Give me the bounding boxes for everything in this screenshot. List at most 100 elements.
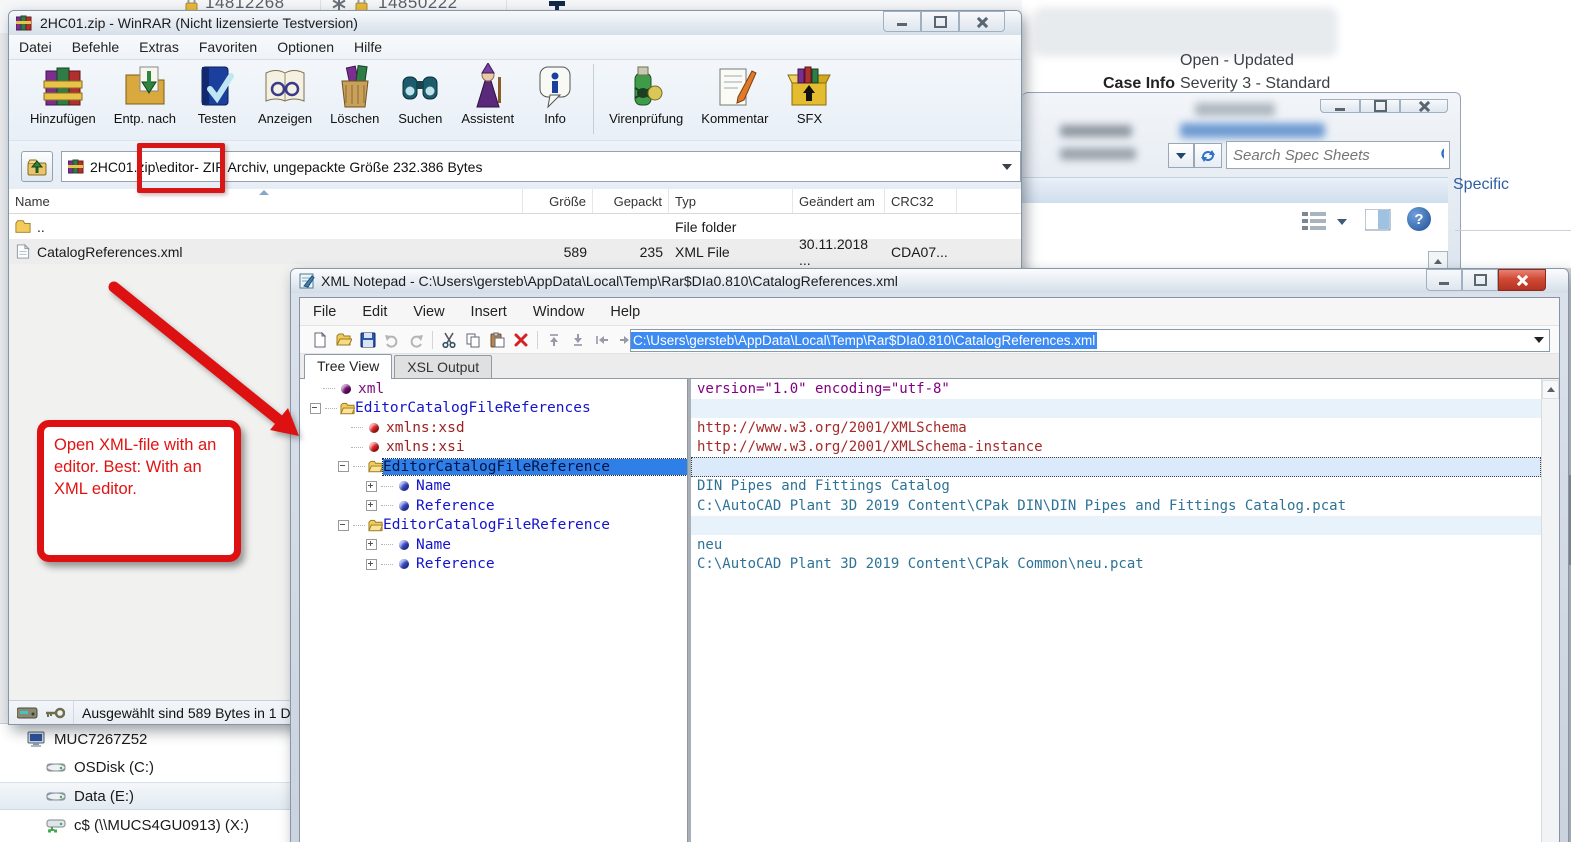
- value-row[interactable]: http://www.w3.org/2001/XMLSchema: [691, 418, 1541, 438]
- collapse-icon[interactable]: [310, 402, 321, 414]
- preview-pane-icon[interactable]: [1365, 209, 1391, 231]
- drive-item-data-e-[interactable]: Data (E:): [0, 782, 292, 810]
- column-header-typ[interactable]: Typ: [669, 189, 793, 213]
- value-row[interactable]: neu: [691, 535, 1541, 555]
- close-button[interactable]: [1498, 269, 1546, 291]
- delete-button[interactable]: [510, 329, 532, 351]
- new-button[interactable]: [309, 329, 331, 351]
- tree-node-xmlns-xsi[interactable]: xmlns:xsi: [300, 438, 687, 458]
- winrar-titlebar: 2HC01.zip - WinRAR (Nicht lizensierte Te…: [9, 11, 1021, 35]
- value-row[interactable]: DIN Pipes and Fittings Catalog: [691, 477, 1541, 497]
- tree-node-editorcatalogfilereference[interactable]: EditorCatalogFileReference: [300, 516, 687, 536]
- paste-button[interactable]: [486, 329, 508, 351]
- value-row[interactable]: [691, 515, 1541, 535]
- combo-dropdown-icon[interactable]: [1534, 337, 1544, 343]
- minimize-button[interactable]: [1426, 269, 1462, 291]
- redo-button[interactable]: [405, 329, 427, 351]
- value-row[interactable]: http://www.w3.org/2001/XMLSchema-instanc…: [691, 438, 1541, 458]
- tab-xsl-output[interactable]: XSL Output: [394, 355, 493, 378]
- minimize-button[interactable]: [883, 11, 921, 32]
- tree-node-xmlns-xsd[interactable]: xmlns:xsd: [300, 418, 687, 438]
- tree-node-reference[interactable]: Reference: [300, 555, 687, 575]
- tree-node-reference[interactable]: Reference: [300, 496, 687, 516]
- file-row[interactable]: CatalogReferences.xml 589 235 XML File 30.11…: [9, 236, 1021, 268]
- drive-item-c-mucs4gu0913-x-[interactable]: c$ (\\MUCS4GU0913) (X:): [0, 812, 292, 838]
- maximize-button[interactable]: [921, 11, 959, 32]
- winrar-tool-sfx[interactable]: SFX: [777, 60, 841, 139]
- column-header-ge-ndert-am[interactable]: Geändert am: [793, 189, 885, 213]
- maximize-button[interactable]: [1462, 269, 1498, 291]
- expand-icon[interactable]: [366, 480, 377, 492]
- maximize-button[interactable]: [1360, 99, 1400, 113]
- winrar-menu-optionen[interactable]: Optionen: [267, 35, 344, 59]
- column-header-gr-e[interactable]: Größe: [523, 189, 593, 213]
- winrar-menu-extras[interactable]: Extras: [129, 35, 189, 59]
- winrar-tool-virenpr-fung[interactable]: Virenprüfung: [600, 60, 692, 139]
- tree-connector: [381, 563, 393, 565]
- nudge-up-button[interactable]: [543, 329, 565, 351]
- winrar-tool-hinzuf-gen[interactable]: Hinzufügen: [21, 60, 105, 139]
- winrar-tool-kommentar[interactable]: Kommentar: [692, 60, 777, 139]
- winrar-menu-favoriten[interactable]: Favoriten: [189, 35, 267, 59]
- winrar-menu-befehle[interactable]: Befehle: [62, 35, 129, 59]
- undo-button[interactable]: [381, 329, 403, 351]
- tree-node-name[interactable]: Name: [300, 477, 687, 497]
- value-row[interactable]: [691, 398, 1541, 418]
- expand-icon[interactable]: [366, 539, 377, 551]
- tree-node-editorcatalogfilereferences[interactable]: EditorCatalogFileReferences: [300, 399, 687, 419]
- listview-icon[interactable]: [1302, 211, 1328, 231]
- notepad-menu-view[interactable]: View: [400, 298, 457, 325]
- open-button[interactable]: [333, 329, 355, 351]
- value-row[interactable]: version="1.0" encoding="utf-8": [691, 379, 1541, 399]
- winrar-tool-suchen[interactable]: Suchen: [388, 60, 452, 139]
- close-button[interactable]: [959, 11, 1005, 32]
- cut-button[interactable]: [438, 329, 460, 351]
- close-button[interactable]: [1400, 99, 1448, 113]
- winrar-tool-testen[interactable]: Testen: [185, 60, 249, 139]
- winrar-tool-assistent[interactable]: Assistent: [452, 60, 523, 139]
- file-path-combo[interactable]: C:\Users\gersteb\AppData\Local\Temp\Rar$…: [630, 329, 1550, 352]
- winrar-tool-info[interactable]: Info: [523, 60, 587, 139]
- value-row[interactable]: C:\AutoCAD Plant 3D 2019 Content\CPak DI…: [691, 496, 1541, 516]
- search-icon[interactable]: [1440, 146, 1444, 164]
- winrar-menu-datei[interactable]: Datei: [9, 35, 62, 59]
- view-dropdown-icon[interactable]: [1337, 219, 1347, 225]
- refresh-icon[interactable]: [1194, 143, 1222, 168]
- column-header-gepackt[interactable]: Gepackt: [593, 189, 669, 213]
- specific-link[interactable]: Specific: [1453, 176, 1509, 194]
- dropdown-button[interactable]: [1168, 143, 1194, 168]
- value-scrollbar[interactable]: [1541, 379, 1559, 842]
- copy-button[interactable]: [462, 329, 484, 351]
- expand-icon[interactable]: [366, 558, 377, 570]
- expand-icon[interactable]: [366, 500, 377, 512]
- collapse-icon[interactable]: [338, 519, 349, 531]
- save-button[interactable]: [357, 329, 379, 351]
- notepad-menu-insert[interactable]: Insert: [458, 298, 520, 325]
- scrollbar-up-button[interactable]: [1542, 380, 1559, 399]
- notepad-menu-edit[interactable]: Edit: [349, 298, 400, 325]
- winrar-tool-anzeigen[interactable]: Anzeigen: [249, 60, 321, 139]
- winrar-menu-hilfe[interactable]: Hilfe: [344, 35, 392, 59]
- nudge-left-button[interactable]: [591, 329, 613, 351]
- drive-item-muc7267z52[interactable]: MUC7267Z52: [0, 726, 292, 752]
- value-row[interactable]: [691, 457, 1541, 477]
- tree-node-name[interactable]: Name: [300, 535, 687, 555]
- tree-node-xml[interactable]: xml: [300, 379, 687, 399]
- value-row[interactable]: C:\AutoCAD Plant 3D 2019 Content\CPak Co…: [691, 555, 1541, 575]
- search-input[interactable]: [1227, 146, 1440, 164]
- collapse-icon[interactable]: [338, 461, 349, 473]
- column-header-crc32[interactable]: CRC32: [885, 189, 957, 213]
- combo-dropdown-icon[interactable]: [1002, 163, 1012, 170]
- tree-node-editorcatalogfilereference[interactable]: EditorCatalogFileReference: [300, 457, 687, 477]
- up-directory-button[interactable]: [21, 151, 53, 182]
- winrar-tool-l-schen[interactable]: Löschen: [321, 60, 388, 139]
- notepad-menu-help[interactable]: Help: [597, 298, 653, 325]
- help-icon[interactable]: ?: [1407, 207, 1431, 231]
- nudge-down-button[interactable]: [567, 329, 589, 351]
- winrar-tool-entp-nach[interactable]: Entp. nach: [105, 60, 185, 139]
- notepad-menu-window[interactable]: Window: [520, 298, 598, 325]
- drive-item-osdisk-c-[interactable]: OSDisk (C:): [0, 754, 292, 780]
- tab-tree-view[interactable]: Tree View: [304, 354, 393, 379]
- minimize-button[interactable]: [1320, 99, 1360, 113]
- notepad-menu-file[interactable]: File: [300, 298, 349, 325]
